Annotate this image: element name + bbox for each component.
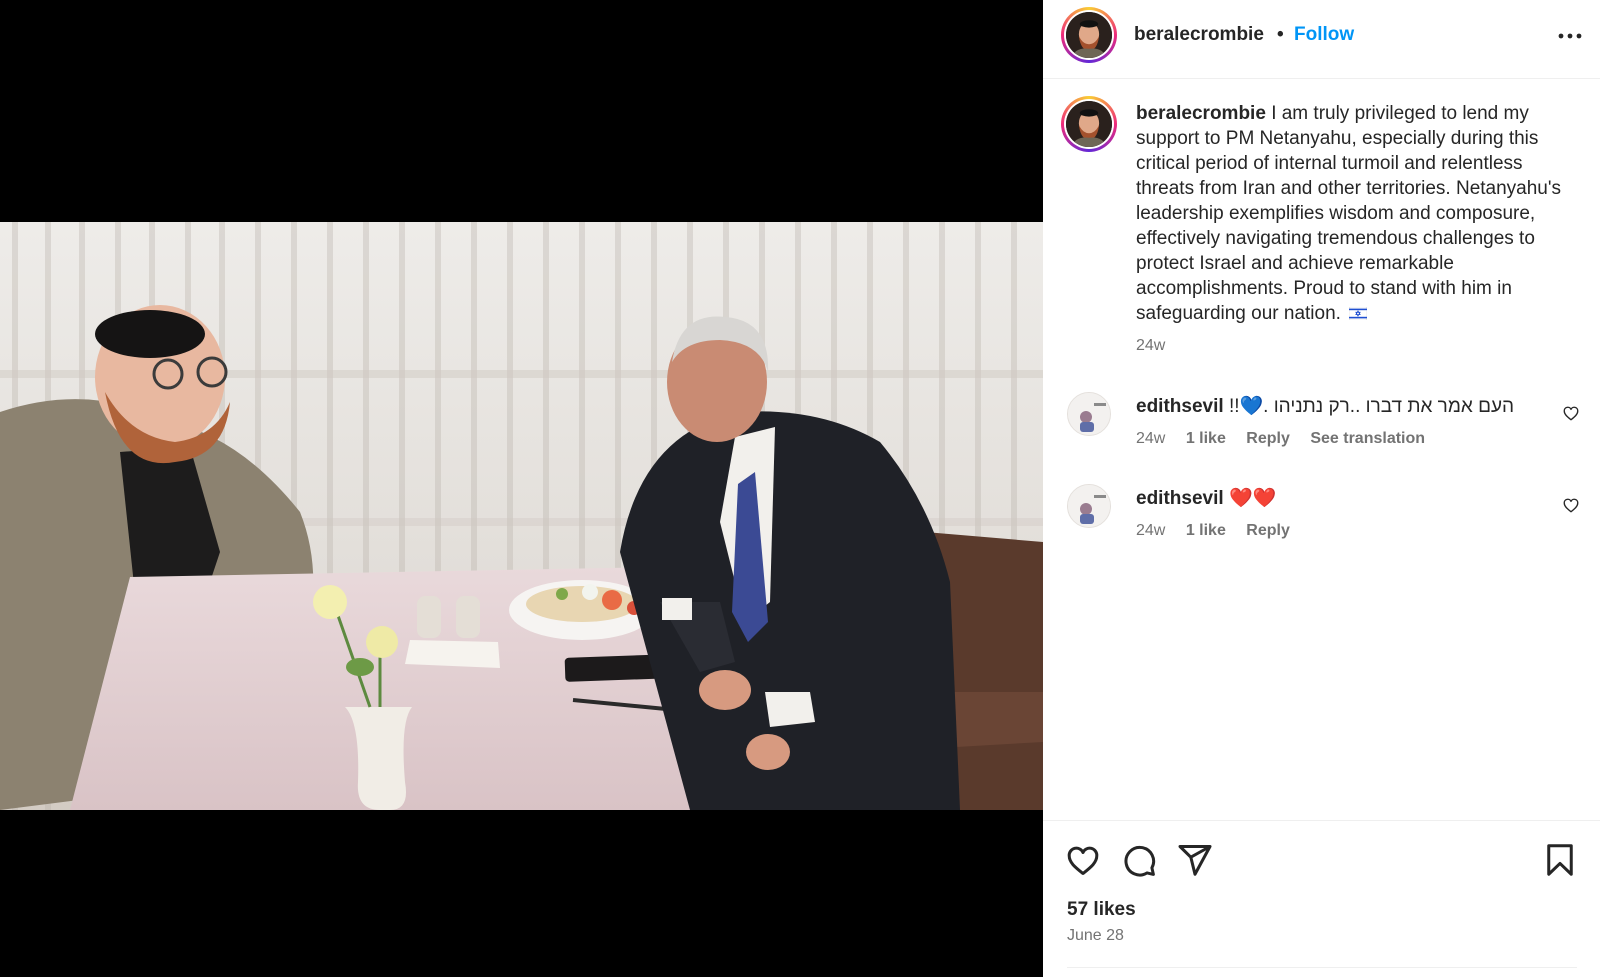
caption-username[interactable]: beralecrombie [1136, 103, 1266, 124]
paper-plane-icon[interactable] [1177, 842, 1213, 878]
post-header: beralecrombie • Follow [1043, 0, 1600, 79]
likes-count[interactable]: 57 likes [1067, 899, 1136, 921]
comment-item: edithsevil !!💙. העם אמר את דברו ..רק נתנ… [1043, 392, 1600, 472]
comment-bubble-icon[interactable] [1121, 842, 1157, 878]
post-side-pane: beralecrombie • Follow beralecrombie I a… [1043, 0, 1600, 977]
author-avatar[interactable] [1061, 7, 1117, 63]
avatar-photo [1066, 101, 1112, 147]
photo-illustration [0, 222, 1043, 810]
comment-time[interactable]: 24w [1136, 430, 1165, 447]
reply-button[interactable]: Reply [1246, 522, 1290, 539]
comment-likes[interactable]: 1 like [1186, 430, 1226, 447]
caption-timestamp[interactable]: 24w [1136, 337, 1165, 355]
post-photo[interactable] [0, 222, 1043, 810]
comment-time[interactable]: 24w [1136, 522, 1165, 539]
bookmark-icon[interactable] [1542, 842, 1578, 878]
comment-meta: 24w 1 like Reply [1136, 522, 1306, 540]
comment-like-heart-icon[interactable] [1562, 496, 1580, 514]
post-media-pane [0, 0, 1043, 977]
post-date[interactable]: June 28 [1067, 927, 1124, 945]
post-actions-bar: 57 likes June 28 [1043, 820, 1600, 977]
comment-meta: 24w 1 like Reply See translation [1136, 430, 1441, 448]
follow-button[interactable]: Follow [1294, 24, 1354, 46]
avatar-illustration [1068, 393, 1110, 435]
comment-likes[interactable]: 1 like [1186, 522, 1226, 539]
comment-text: !!💙. העם אמר את דברו ..רק נתניהו [1228, 396, 1515, 417]
comment-username[interactable]: edithsevil [1136, 488, 1224, 509]
caption-text-block: beralecrombie I am truly privileged to l… [1136, 101, 1566, 326]
avatar-illustration [1068, 485, 1110, 527]
commenter-avatar[interactable] [1067, 392, 1111, 436]
comment-text: ❤️❤️ [1228, 488, 1277, 509]
avatar-inner [1064, 99, 1114, 149]
avatar-photo [1066, 12, 1112, 58]
more-options-icon[interactable] [1556, 22, 1584, 50]
see-translation-button[interactable]: See translation [1310, 430, 1425, 447]
comment-username[interactable]: edithsevil [1136, 396, 1224, 417]
israel-flag-icon [1349, 307, 1368, 320]
avatar-inner [1064, 10, 1114, 60]
reply-button[interactable]: Reply [1246, 430, 1290, 447]
divider [1067, 967, 1577, 968]
commenter-avatar[interactable] [1067, 484, 1111, 528]
heart-icon[interactable] [1065, 842, 1101, 878]
author-username[interactable]: beralecrombie [1134, 24, 1264, 46]
header-separator-dot: • [1277, 24, 1284, 45]
avatar-illustration [1066, 101, 1112, 147]
avatar-illustration [1066, 12, 1112, 58]
comment-body: edithsevil !!💙. העם אמר את דברו ..רק נתנ… [1136, 394, 1514, 418]
caption-body: I am truly privileged to lend my support… [1136, 103, 1561, 324]
comment-body: edithsevil ❤️❤️ [1136, 486, 1276, 510]
comment-like-heart-icon[interactable] [1562, 404, 1580, 422]
comment-item: edithsevil ❤️❤️ 24w 1 like Reply [1043, 484, 1600, 564]
caption-author-avatar[interactable] [1061, 96, 1117, 152]
